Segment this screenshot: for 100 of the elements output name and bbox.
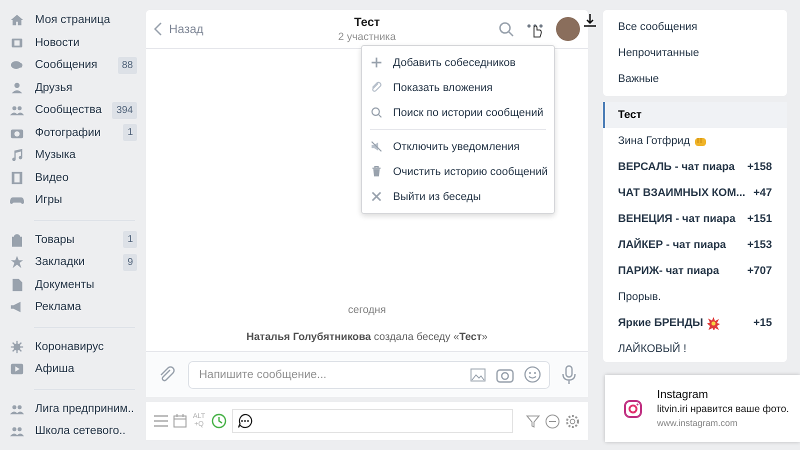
sidebar-item[interactable]: Коронавирус: [35, 340, 137, 353]
avatar[interactable]: [556, 17, 580, 41]
notification-title: Instagram: [657, 389, 710, 401]
sidebar-item[interactable]: Афиша: [35, 363, 137, 376]
participant-count: 2 участника: [338, 31, 396, 43]
conversation-item[interactable]: Яркие БРЕНДЫ +15: [603, 310, 787, 336]
notification-text: litvin.iri нравится ваше фото.: [657, 404, 790, 415]
conversation-item[interactable]: Тест: [603, 102, 787, 128]
count-badge: 394: [112, 102, 137, 119]
explosion-icon: [707, 316, 720, 330]
conversation-item[interactable]: Прорыв.: [603, 284, 787, 310]
document-icon: [10, 278, 24, 292]
plus-icon: [370, 56, 383, 69]
conversation-item[interactable]: ЛАЙКОВЫЙ !: [603, 336, 787, 362]
settings-icon[interactable]: [565, 414, 580, 428]
play-icon: [10, 362, 24, 376]
conversation-item[interactable]: ПАРИЖ- чат пиара +707: [603, 258, 787, 284]
notification-popup[interactable]: Instagram litvin.iri нравится ваше фото. www.instagram.com: [605, 375, 800, 442]
bag-icon: [10, 232, 24, 247]
count-badge: 1: [123, 124, 137, 142]
conversation-item[interactable]: Зина Готфрид: [603, 128, 787, 154]
unread-count: +151: [747, 213, 772, 225]
sidebar-item[interactable]: Моя страница: [35, 14, 137, 26]
menu-item[interactable]: Отключить уведомления: [362, 134, 554, 159]
unread-count: +707: [747, 265, 772, 277]
search-icon[interactable]: [498, 21, 514, 37]
sidebar-item[interactable]: Документы: [35, 278, 137, 291]
paperclip-icon[interactable]: [158, 366, 176, 384]
person-icon: [10, 80, 24, 95]
trash-icon: [370, 165, 383, 178]
muted-speaker-icon: [370, 140, 383, 153]
menu-item[interactable]: Выйти из беседы: [362, 184, 554, 209]
sidebar-item[interactable]: Видео: [35, 172, 137, 184]
conversation-name: ВЕНЕЦИЯ - чат пиара: [618, 213, 736, 225]
unread-count: +153: [747, 239, 772, 251]
filter-item[interactable]: Непрочитанные: [603, 40, 787, 66]
image-icon[interactable]: [470, 368, 486, 382]
download-arrow-icon: [584, 14, 596, 28]
menu-item[interactable]: Поиск по истории сообщений: [362, 100, 554, 125]
sidebar-item[interactable]: Реклама: [35, 301, 137, 314]
conversation-name: ПАРИЖ- чат пиара: [618, 265, 720, 277]
unread-count: +47: [753, 187, 772, 199]
conversation-name: Яркие БРЕНДЫ: [618, 317, 704, 329]
unread-count: +158: [747, 161, 772, 173]
close-icon: [370, 190, 383, 203]
filter-item[interactable]: Все сообщения: [603, 14, 787, 40]
music-note-icon: [10, 148, 24, 162]
menu-icon[interactable]: [154, 415, 168, 427]
conversation-name: Тест: [618, 109, 642, 121]
sidebar-item[interactable]: Товары: [35, 234, 124, 246]
sidebar-item[interactable]: Сообщения: [35, 59, 118, 72]
star-icon: [10, 255, 24, 270]
smiley-icon[interactable]: [524, 366, 541, 383]
conversation-name: ВЕРСАЛЬ - чат пиара: [618, 161, 735, 173]
sidebar-item[interactable]: Игры: [35, 194, 137, 206]
count-badge: 1: [123, 231, 137, 248]
search-icon: [370, 106, 383, 119]
chevron-left-icon: [154, 22, 162, 36]
filter-icon[interactable]: [526, 414, 540, 428]
date-divider: сегодня: [348, 304, 386, 316]
sidebar-item[interactable]: Музыка: [35, 149, 137, 162]
menu-item[interactable]: Очистить историю сообщений: [362, 159, 554, 184]
notification-source: www.instagram.com: [657, 418, 739, 428]
minus-circle-icon[interactable]: [545, 414, 560, 428]
camera-icon[interactable]: [496, 366, 514, 382]
conversation-name: ЧАТ ВЗАИМНЫХ КОМ...: [618, 187, 746, 199]
calendar-icon[interactable]: [173, 414, 187, 428]
clock-icon[interactable]: [211, 413, 227, 429]
conversation-item[interactable]: ВЕРСАЛЬ - чат пиара +158: [603, 154, 787, 180]
chat-bubble-icon: [237, 413, 253, 429]
sidebar-item[interactable]: Закладки: [35, 256, 124, 268]
conversation-item[interactable]: ЛАЙКЕР - чат пиара +153: [603, 232, 787, 258]
conversation-name: ЛАЙКОВЫЙ !: [618, 343, 686, 355]
house-icon: [10, 13, 24, 28]
count-badge: 88: [118, 56, 137, 74]
menu-item[interactable]: Показать вложения: [362, 75, 554, 100]
sidebar-item[interactable]: Новости: [35, 36, 137, 49]
conversation-name: Прорыв.: [618, 291, 662, 303]
count-badge: 9: [123, 254, 137, 271]
conversation-item[interactable]: ВЕНЕЦИЯ - чат пиара +151: [603, 206, 787, 232]
sidebar-item[interactable]: Фотографии: [35, 126, 124, 139]
conversation-name: ЛАЙКЕР - чат пиара: [618, 239, 726, 251]
filter-item[interactable]: Важные: [603, 66, 787, 92]
chat-title: Тест: [354, 15, 380, 29]
sidebar-item[interactable]: Лига предприним..: [35, 402, 137, 415]
message-input[interactable]: Напишите сообщение...: [197, 368, 460, 382]
unread-count: +15: [753, 317, 772, 329]
text-field[interactable]: [232, 409, 513, 433]
sidebar-item[interactable]: Сообщества: [35, 104, 112, 116]
conversation-name: Зина Готфрид: [618, 135, 690, 147]
conversation-item[interactable]: ЧАТ ВЗАИМНЫХ КОМ... +47: [603, 180, 787, 206]
sidebar-item[interactable]: Школа сетевого..: [35, 425, 137, 438]
paperclip-icon: [370, 81, 383, 94]
message-field[interactable]: Напишите сообщение...: [188, 360, 550, 388]
menu-item[interactable]: Добавить собеседников: [362, 50, 554, 75]
instagram-icon: [623, 398, 643, 418]
system-message: Наталья Голубятникова создала беседу «Тест»: [246, 331, 488, 343]
sidebar-item[interactable]: Друзья: [35, 82, 137, 94]
microphone-icon[interactable]: [562, 364, 576, 384]
virus-icon: [10, 340, 24, 354]
